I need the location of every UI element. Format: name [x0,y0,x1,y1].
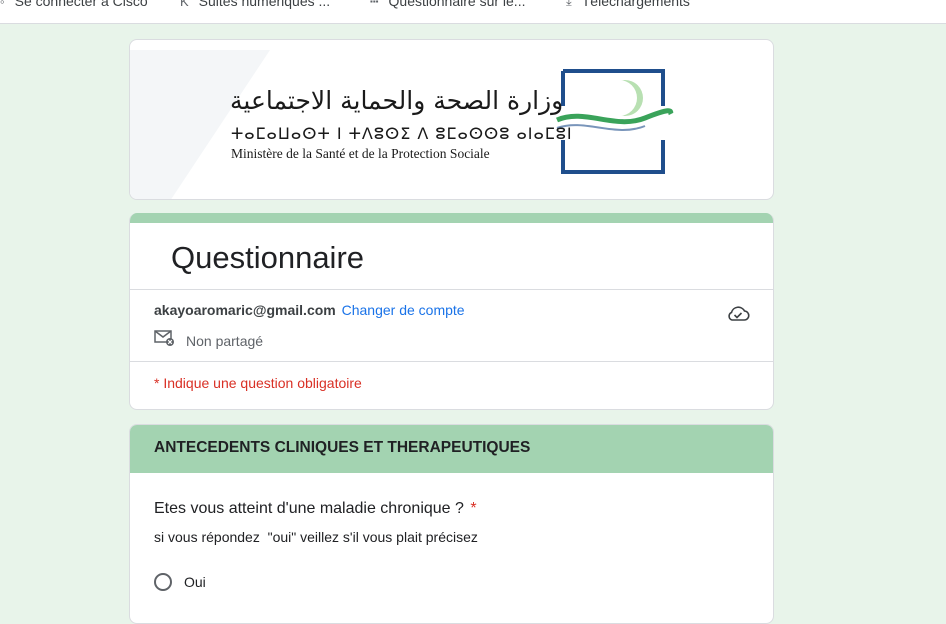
title-accent-bar [130,213,773,223]
ministry-emblem-icon [556,69,674,174]
ministry-name-arabic: وزارة الصحة والحماية الاجتماعية [230,86,564,115]
option-label: Oui [184,574,206,590]
bookmark-questionnaire[interactable]: ▪▪▪ Questionnaire sur le... [370,0,525,11]
option-oui[interactable]: Oui [154,573,206,591]
share-status-row: Non partagé [154,329,263,352]
form-title-card: Questionnaire akayoaromaric@gmail.com Ch… [129,213,774,410]
share-status: Non partagé [186,332,264,349]
bookmark-label: Se connecter à Cisco [14,0,148,9]
section-header: ANTECEDENTS CLINIQUES ET THERAPEUTIQUES [130,425,773,473]
section-title: ANTECEDENTS CLINIQUES ET THERAPEUTIQUES [154,439,531,456]
header-banner: وزارة الصحة والحماية الاجتماعية ⵜⴰⵎⴰⵡⴰⵙⵜ… [129,39,774,200]
section-card: ANTECEDENTS CLINIQUES ET THERAPEUTIQUES … [129,424,774,624]
cisco-icon: ▪▪▪ [370,0,379,6]
divider [130,361,773,362]
cloud-saved-icon[interactable] [726,303,750,328]
download-icon: ⤓ [566,0,572,8]
divider [130,289,773,290]
cisco-icon: ◦ [0,0,5,9]
bookmark-label: Questionnaire sur le... [388,0,526,9]
question-row: Etes vous atteint d'une maladie chroniqu… [154,500,477,518]
bookmark-cisco-login[interactable]: ◦ Se connecter à Cisco [0,0,148,11]
bookmark-downloads[interactable]: ⤓ Téléchargements [566,0,690,11]
required-note: * Indique une question obligatoire [154,375,362,391]
k-icon: K [180,0,189,9]
banner-background-shape [130,50,270,199]
switch-account-link[interactable]: Changer de compte [342,302,465,318]
question-hint: si vous répondez "oui" veillez s'il vous… [154,529,478,545]
required-asterisk: * [470,500,477,517]
ministry-name-french: Ministère de la Santé et de la Protectio… [231,146,490,161]
bookmarks-bar: ◦ Se connecter à Cisco K Suites numériqu… [0,0,946,24]
radio-button[interactable] [154,573,172,591]
account-email: akayoaromaric@gmail.com [154,302,336,318]
question-text: Etes vous atteint d'une maladie chroniqu… [154,500,464,517]
bookmark-suites[interactable]: K Suites numériques ... [180,0,330,11]
bookmark-label: Suites numériques ... [198,0,331,9]
bookmark-label: Téléchargements [581,0,690,9]
mail-not-shared-icon [154,329,176,352]
form-title: Questionnaire [171,240,365,275]
account-row: akayoaromaric@gmail.com Changer de compt… [154,302,465,318]
ministry-name-tifinagh: ⵜⴰⵎⴰⵡⴰⵙⵜ ⵏ ⵜⴷⵓⵙⵉ ⴷ ⵓⵎⴰⵙⵙⵓ ⴰⵏⴰⵎⵓⵏ [231,124,573,143]
